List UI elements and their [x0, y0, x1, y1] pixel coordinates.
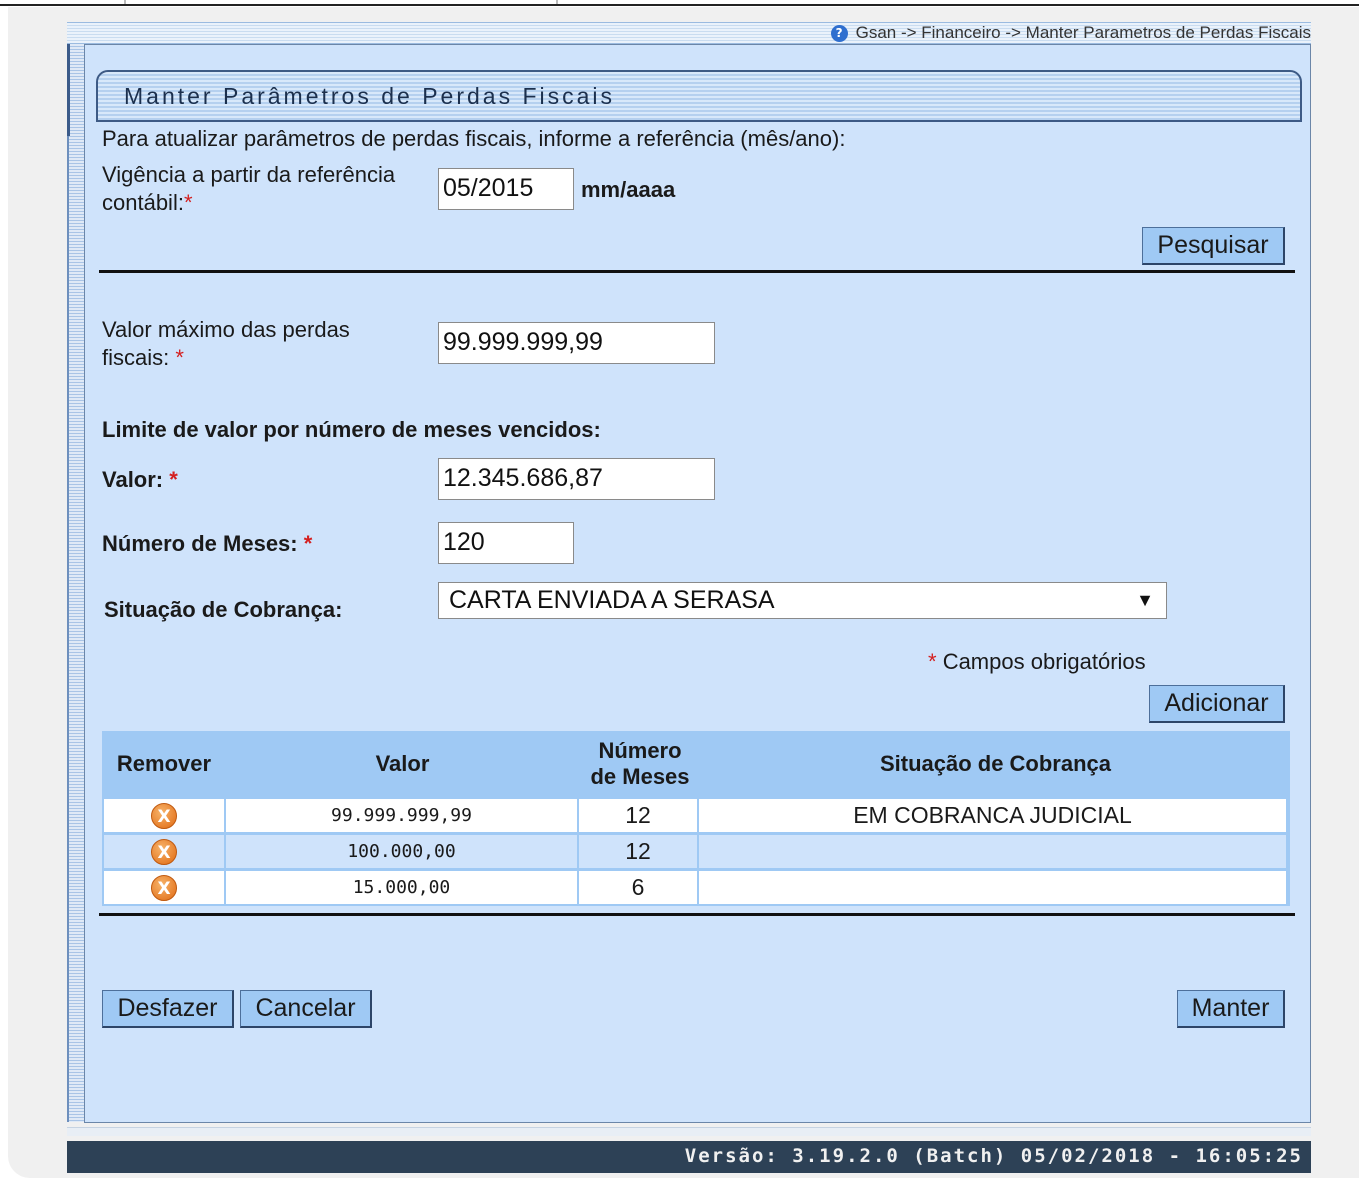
save-button[interactable]: Manter	[1177, 990, 1285, 1028]
situacao-cell	[699, 835, 1286, 868]
left-decoration-accent	[67, 44, 70, 136]
header-situacao: Situação de Cobrança	[879, 751, 1112, 776]
table-row: X 100.000,00 12	[104, 835, 1286, 868]
vigencia-label-line1: Vigência a partir da referência	[102, 162, 396, 187]
required-mark: *	[303, 531, 313, 556]
table-row: X 99.999.999,99 12 EM COBRANCA JUDICIAL	[104, 799, 1286, 832]
breadcrumb-bar: ? Gsan -> Financeiro -> Manter Parametro…	[67, 22, 1311, 44]
meses-cell: 6	[579, 871, 697, 904]
situacao-cell	[699, 871, 1286, 904]
remove-cell: X	[104, 799, 224, 832]
add-button[interactable]: Adicionar	[1149, 685, 1285, 723]
table-row: X 15.000,00 6	[104, 871, 1286, 904]
valor-maximo-label-line1: Valor máximo das perdas	[102, 317, 350, 342]
situacao-selected: CARTA ENVIADA A SERASA	[449, 586, 775, 614]
required-note: * Campos obrigatórios	[928, 648, 1146, 676]
header-numero-meses-line2: de Meses	[590, 764, 690, 789]
intro-text: Para atualizar parâmetros de perdas fisc…	[102, 126, 846, 151]
main-panel: Manter Parâmetros de Perdas Fiscais Para…	[84, 44, 1311, 1123]
undo-button[interactable]: Desfazer	[102, 990, 234, 1028]
vigencia-label: Vigência a partir da referência contábil…	[102, 161, 395, 217]
meses-cell: 12	[579, 835, 697, 868]
required-note-text: Campos obrigatórios	[942, 649, 1146, 674]
dropdown-arrow-icon[interactable]: ▼	[1136, 583, 1154, 617]
vigencia-input[interactable]: 05/2015	[438, 168, 574, 210]
situacao-select[interactable]: CARTA ENVIADA A SERASA ▼	[438, 582, 1167, 619]
title-bar: Manter Parâmetros de Perdas Fiscais	[96, 70, 1302, 122]
breadcrumb: ? Gsan -> Financeiro -> Manter Parametro…	[830, 23, 1311, 43]
required-mark: *	[183, 190, 193, 215]
required-mark: *	[928, 649, 937, 674]
remove-cell: X	[104, 871, 224, 904]
header-numero-meses-line1: Número	[598, 738, 682, 763]
valor-maximo-label-line2: fiscais:	[102, 345, 170, 370]
remove-cell: X	[104, 835, 224, 868]
valor-cell: 100.000,00	[226, 835, 577, 868]
top-divider	[0, 4, 1359, 6]
numero-meses-label: Número de Meses: *	[102, 530, 312, 558]
vigencia-label-line2: contábil:	[102, 190, 184, 215]
valor-cell: 99.999.999,99	[226, 799, 577, 832]
help-icon[interactable]: ?	[830, 24, 848, 42]
top-tick	[124, 0, 126, 4]
search-button[interactable]: Pesquisar	[1142, 227, 1285, 265]
limits-table: Remover Valor Número de Meses Situação d…	[102, 731, 1290, 906]
valor-maximo-input[interactable]: 99.999.999,99	[438, 322, 715, 364]
numero-meses-label-text: Número de Meses:	[102, 531, 298, 556]
breadcrumb-text[interactable]: Gsan -> Financeiro -> Manter Parametros …	[856, 23, 1311, 43]
page-title: Manter Parâmetros de Perdas Fiscais	[124, 83, 616, 109]
table-bottom-divider	[99, 913, 1295, 916]
valor-input[interactable]: 12.345.686,87	[438, 458, 715, 500]
required-mark: *	[169, 467, 178, 492]
format-hint: mm/aaaa	[581, 177, 676, 202]
situacao-label: Situação de Cobrança:	[104, 597, 343, 622]
version-text: Versão: 3.19.2.0 (Batch) 05/02/2018 - 16…	[684, 1145, 1303, 1167]
valor-maximo-label: Valor máximo das perdas fiscais: *	[102, 316, 350, 372]
top-tick	[556, 0, 558, 4]
valor-label-text: Valor:	[102, 467, 164, 492]
remove-icon[interactable]: X	[151, 874, 177, 901]
header-remover: Remover	[116, 751, 212, 776]
header-numero-meses: Número de Meses	[579, 731, 701, 797]
remove-icon[interactable]: X	[151, 802, 177, 829]
header-valor: Valor	[375, 751, 430, 776]
left-decoration	[67, 44, 85, 1122]
numero-meses-input[interactable]: 120	[438, 522, 574, 564]
valor-cell: 15.000,00	[226, 871, 577, 904]
situacao-cell: EM COBRANCA JUDICIAL	[699, 799, 1286, 832]
section-divider	[99, 270, 1295, 273]
limite-section-title: Limite de valor por número de meses venc…	[102, 417, 601, 442]
remove-icon[interactable]: X	[151, 838, 177, 865]
footer-separator	[67, 1127, 1311, 1136]
footer-bar: Versão: 3.19.2.0 (Batch) 05/02/2018 - 16…	[67, 1141, 1311, 1173]
meses-cell: 12	[579, 799, 697, 832]
required-mark: *	[175, 345, 184, 370]
valor-label: Valor: *	[102, 466, 178, 494]
cancel-button[interactable]: Cancelar	[240, 990, 372, 1028]
